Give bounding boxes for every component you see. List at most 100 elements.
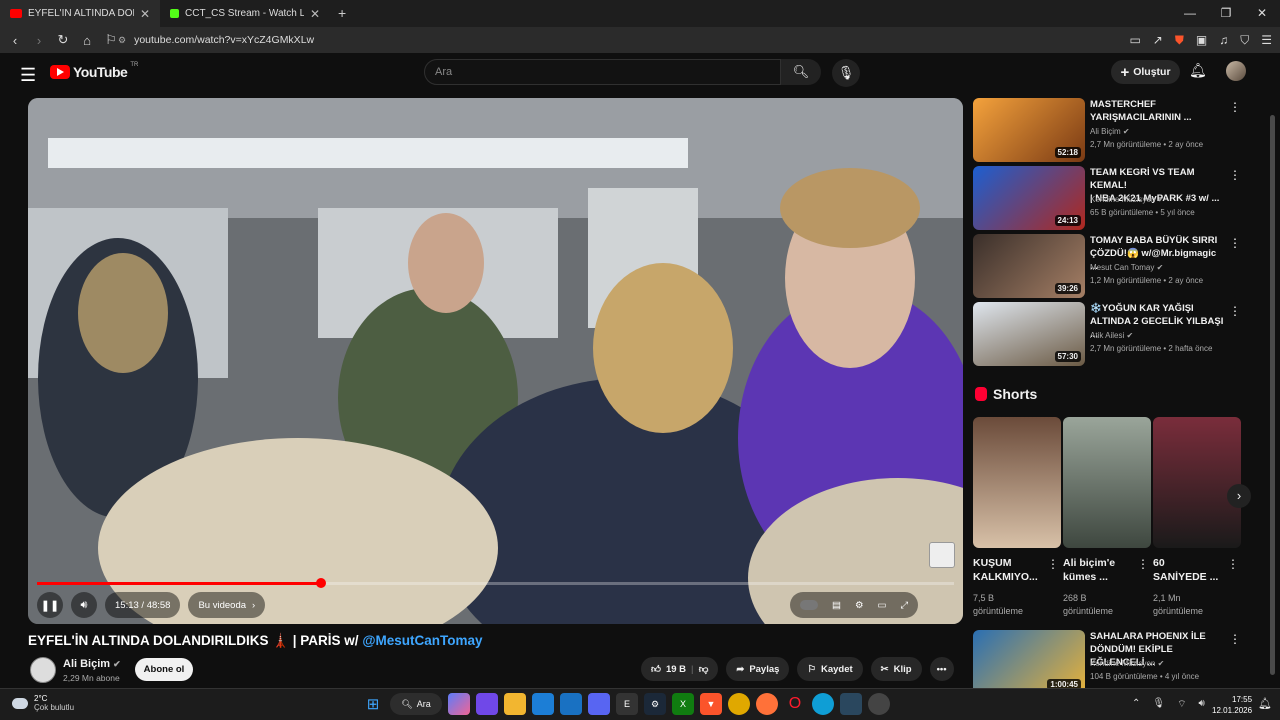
close-tab-icon[interactable]: ✕ (310, 7, 320, 21)
short-item[interactable]: 60 SANİYEDE ... 2,1 Mn görüntüleme ⋮ (1153, 417, 1241, 618)
back-icon[interactable]: ‹ (8, 33, 22, 48)
page-scrollbar[interactable] (1270, 115, 1275, 675)
short-thumbnail[interactable] (973, 417, 1061, 548)
mention-link[interactable]: @MesutCanTomay (362, 633, 482, 648)
more-vert-icon[interactable]: ⋮ (1047, 557, 1059, 571)
search-input[interactable]: Ara (424, 59, 781, 85)
tab-kick[interactable]: CCT_CS Stream - Watch Live on Kick ✕ (160, 0, 330, 27)
epic-games-icon[interactable]: E (616, 693, 638, 715)
new-tab-button[interactable]: + (330, 0, 354, 27)
taskbar-clock[interactable]: 17:55 12.01.2026 (1212, 694, 1252, 716)
restore-icon[interactable]: ❐ (1208, 0, 1244, 27)
notifications-bell-icon[interactable]: 🔔︎ (1189, 62, 1207, 79)
notification-center-icon[interactable]: 🔔︎ (1258, 697, 1272, 710)
fullscreen-icon[interactable]: ⤢ (901, 600, 909, 611)
progress-bar[interactable] (37, 578, 954, 588)
more-vert-icon[interactable]: ⋮ (1229, 100, 1241, 114)
brave-browser-icon[interactable]: ▼ (700, 693, 722, 715)
account-avatar[interactable] (1226, 61, 1246, 81)
more-actions-button[interactable]: ••• (929, 657, 954, 681)
short-thumbnail[interactable] (1153, 417, 1241, 548)
video-thumbnail[interactable]: 24:13 (973, 166, 1085, 230)
short-title[interactable]: KUŞUM KALKMIYO... (973, 556, 1043, 584)
rec-channel[interactable]: Kendine Müzisyen ✔ (1090, 195, 1164, 204)
media-icon[interactable]: ♫ (1219, 33, 1228, 47)
store-icon[interactable] (532, 693, 554, 715)
subtitles-icon[interactable]: ▤ (832, 600, 841, 611)
outlook-icon[interactable] (560, 693, 582, 715)
rec-channel[interactable]: Mesut Can Tomay ✔ (1090, 263, 1163, 272)
close-window-icon[interactable]: ✕ (1244, 0, 1280, 27)
site-info-icon[interactable]: ⚙ (118, 35, 126, 46)
more-vert-icon[interactable]: ⋮ (1229, 632, 1241, 646)
taskbar-search[interactable]: 🔍︎ Ara (390, 693, 442, 715)
more-vert-icon[interactable]: ⋮ (1229, 168, 1241, 182)
video-thumbnail[interactable]: 52:18 (973, 98, 1085, 162)
forward-icon[interactable]: › (32, 33, 46, 48)
more-vert-icon[interactable]: ⋮ (1137, 557, 1149, 571)
hamburger-menu-icon[interactable]: ☰ (20, 65, 36, 86)
file-explorer-icon[interactable] (504, 693, 526, 715)
url-field[interactable]: ⚙ youtube.com/watch?v=xYcZ4GMkXLw (112, 31, 1102, 49)
more-vert-icon[interactable]: ⋮ (1229, 236, 1241, 250)
chapter-button[interactable]: Bu videoda › (188, 592, 266, 618)
menu-icon[interactable]: ☰ (1261, 33, 1272, 47)
home-icon[interactable]: ⌂ (80, 33, 94, 48)
share-button[interactable]: ➦ Paylaş (726, 657, 790, 681)
pause-button[interactable]: ❚❚ (37, 592, 63, 618)
vpn-icon[interactable]: ⛉ (1240, 33, 1249, 48)
rec-channel[interactable]: Ali Biçim ✔ (1090, 127, 1130, 136)
firefox-icon[interactable] (756, 693, 778, 715)
video-thumbnail[interactable]: 57:30 (973, 302, 1085, 366)
cast-icon[interactable]: ▭ (1129, 33, 1140, 47)
obs-icon[interactable] (868, 693, 890, 715)
opera-icon[interactable]: O (784, 693, 806, 715)
wallet-icon[interactable]: ▣ (1196, 33, 1207, 47)
volume-button[interactable]: 🔊︎ (71, 592, 97, 618)
tab-youtube[interactable]: EYFEL'İN ALTINDA DOLANDIR ✕ (0, 0, 160, 27)
youtube-logo[interactable]: YouTube TR (50, 62, 138, 80)
network-icon[interactable]: ⌔ (1177, 698, 1186, 711)
more-vert-icon[interactable]: ⋮ (1229, 304, 1241, 318)
recommendation-item[interactable]: 39:26 TOMAY BABA BÜYÜK SIRRI ÇÖZDÜ!😱 w/@… (973, 234, 1263, 298)
theater-mode-icon[interactable]: ▭ (878, 600, 887, 611)
like-button[interactable]: 👍︎ 19 B | 👎︎ (641, 657, 719, 681)
video-thumbnail[interactable]: 39:26 (973, 234, 1085, 298)
microphone-tray-icon[interactable]: 🎙︎ (1152, 698, 1165, 711)
task-view-icon[interactable] (476, 693, 498, 715)
channel-avatar[interactable] (30, 657, 56, 683)
recommendation-item[interactable]: 52:18 MASTERCHEF YARIŞMACILARININ ... Al… (973, 98, 1263, 162)
video-player[interactable]: ❚❚ 🔊︎ 15:13 / 48:58 Bu videoda › ▤ ⚙ ▭ ⤢ (28, 98, 963, 624)
search-button[interactable]: 🔍︎ (781, 59, 821, 85)
minimize-icon[interactable]: — (1172, 0, 1208, 27)
voice-search-button[interactable]: 🎙︎ (832, 59, 860, 87)
short-item[interactable]: KUŞUM KALKMIYO... 7,5 B görüntüleme ⋮ (973, 417, 1061, 618)
recommendation-item[interactable]: 1:00:45 SAHALARA PHOENIX İLE DÖNDÜM! EKİ… (973, 630, 1263, 694)
steam-client-icon[interactable] (840, 693, 862, 715)
brave-shield-icon[interactable]: ⛊ (1175, 33, 1184, 48)
clip-button[interactable]: ✂ Klip (870, 657, 922, 681)
short-item[interactable]: Ali biçim'e kümes ... 268 B görüntüleme … (1063, 417, 1151, 618)
weather-widget[interactable]: 2°C Çok bulutlu (12, 694, 74, 712)
recommendation-item[interactable]: 24:13 TEAM KEGRİ VS TEAM KEMAL! | NBA 2K… (973, 166, 1263, 230)
save-button[interactable]: ⚐ Kaydet (797, 657, 863, 681)
edge-icon[interactable] (812, 693, 834, 715)
close-tab-icon[interactable]: ✕ (140, 7, 150, 21)
recommendation-item[interactable]: 57:30 ❄️YOĞUN KAR YAĞIŞI ALTINDA 2 GECEL… (973, 302, 1263, 366)
tray-chevron-up-icon[interactable]: ⌃ (1132, 698, 1140, 711)
discord-icon[interactable] (588, 693, 610, 715)
autoplay-toggle[interactable] (800, 600, 818, 610)
rec-channel[interactable]: Atik Ailesi ✔ (1090, 331, 1133, 340)
rec-title[interactable]: MASTERCHEF YARIŞMACILARININ ... (1090, 98, 1225, 124)
more-vert-icon[interactable]: ⋮ (1227, 557, 1239, 571)
windows-start-icon[interactable]: ⊞ (362, 693, 384, 715)
short-title[interactable]: Ali biçim'e kümes ... (1063, 556, 1133, 584)
reload-icon[interactable]: ↻ (56, 32, 70, 48)
steam-icon[interactable]: ⚙ (644, 693, 666, 715)
thumbs-down-icon[interactable]: 👎︎ (699, 663, 709, 675)
short-title[interactable]: 60 SANİYEDE ... (1153, 556, 1223, 584)
share-page-icon[interactable]: ↗ (1153, 33, 1163, 47)
video-thumbnail[interactable]: 1:00:45 (973, 630, 1085, 694)
create-button[interactable]: + Oluştur (1111, 60, 1180, 84)
xbox-icon[interactable]: X (672, 693, 694, 715)
